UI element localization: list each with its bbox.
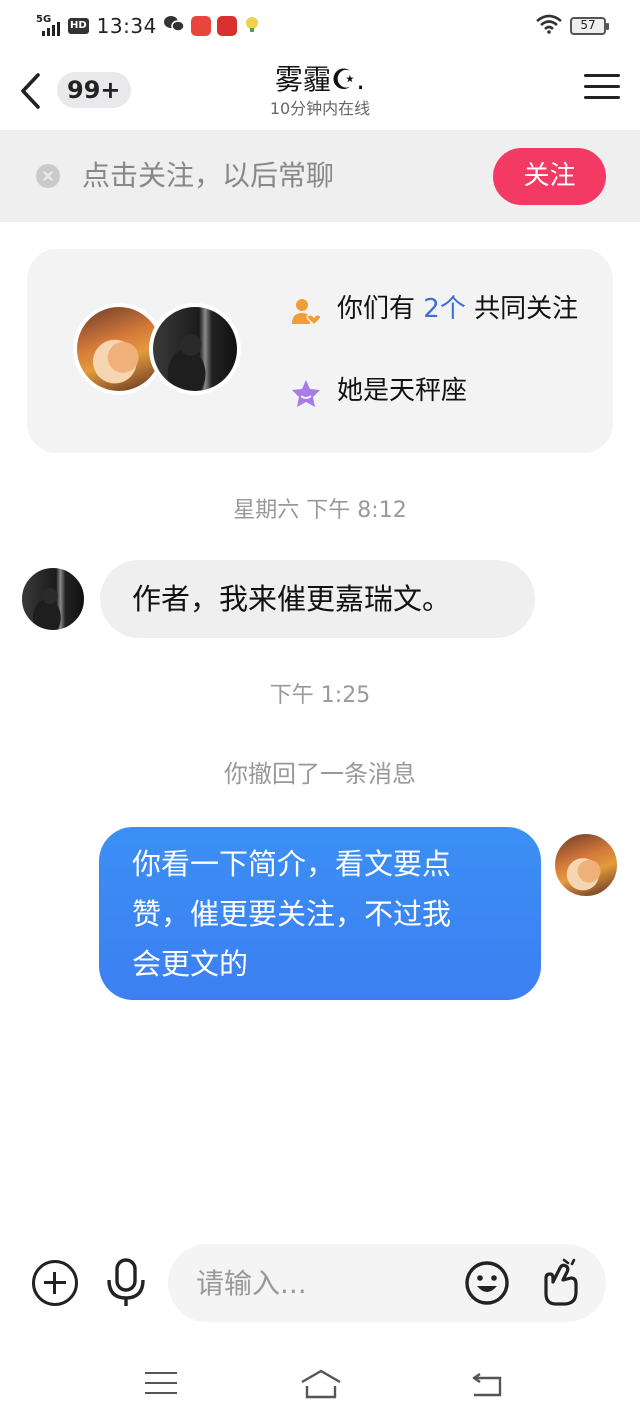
peer-avatar <box>149 303 241 395</box>
message-line: 你看一下简介，看文要点 <box>132 847 452 881</box>
battery-icon: 57 <box>570 17 609 35</box>
status-right: 57 <box>536 14 609 38</box>
smiley-icon <box>465 1261 509 1305</box>
signal-icon: 5G <box>36 14 62 36</box>
nav-back-button[interactable] <box>470 1370 504 1398</box>
app-notification-icon <box>216 16 237 36</box>
incoming-message-bubble[interactable]: 作者，我来催更嘉瑞文。 <box>100 560 535 638</box>
hamburger-menu-icon <box>584 74 620 99</box>
zodiac-text: 她是天秤座 <box>337 376 468 406</box>
close-icon[interactable] <box>36 164 60 188</box>
peer-name: 雾霾☪. <box>274 63 365 96</box>
finger-heart-icon <box>544 1258 578 1306</box>
my-message-avatar[interactable] <box>553 832 619 898</box>
app-notification-icon <box>243 15 261 37</box>
status-time: 13:34 <box>96 14 157 38</box>
profile-info-card[interactable]: 你们有 2个 共同关注 她是天秤座 <box>27 249 613 453</box>
follow-prompt-text: 点击关注，以后常聊 <box>82 159 335 192</box>
wechat-icon <box>163 14 185 38</box>
back-button[interactable] <box>16 72 48 110</box>
plus-circle-icon[interactable] <box>32 1260 78 1306</box>
hamburger-menu-icon <box>145 1372 177 1394</box>
message-input-bar <box>0 1244 640 1324</box>
system-nav-bar <box>0 1350 640 1422</box>
menu-button[interactable] <box>584 74 620 106</box>
recalled-message-notice: 你撤回了一条消息 <box>224 760 416 788</box>
wifi-icon <box>536 14 562 38</box>
message-timestamp: 下午 1:25 <box>269 683 371 708</box>
chat-title[interactable]: 雾霾☪. 10分钟内在线 <box>170 62 470 120</box>
voice-button[interactable] <box>104 1258 148 1308</box>
mutual-count: 2个 <box>423 294 466 324</box>
person-heart-icon <box>292 299 321 327</box>
status-bar: 5G HD 13:34 57 <box>0 0 640 52</box>
nav-home-button[interactable] <box>299 1368 343 1400</box>
follow-prompt-bar: 点击关注，以后常聊 关注 <box>0 130 640 222</box>
mutual-prefix: 你们有 <box>337 294 416 324</box>
chevron-left-icon <box>21 73 40 109</box>
microphone-icon <box>107 1258 145 1306</box>
zodiac-row: 她是天秤座 <box>291 375 467 409</box>
message-timestamp: 星期六 下午 8:12 <box>233 498 407 523</box>
star-icon <box>292 380 320 407</box>
mutual-suffix: 共同关注 <box>474 294 579 324</box>
battery-level: 57 <box>580 18 596 32</box>
back-arrow-icon <box>472 1373 502 1397</box>
follow-button[interactable]: 关注 <box>493 148 606 205</box>
outgoing-message-bubble[interactable]: 你看一下简介，看文要点 赞，催更要关注，不过我 会更文的 <box>99 827 541 1000</box>
chat-header: 99+ 雾霾☪. 10分钟内在线 <box>0 52 640 130</box>
app-notification-icon <box>190 16 211 36</box>
unread-count-badge[interactable]: 99+ <box>57 72 131 108</box>
message-line: 会更文的 <box>132 947 249 981</box>
home-icon <box>301 1369 341 1399</box>
mutual-follow-row: 你们有 2个 共同关注 <box>291 293 591 327</box>
gesture-button[interactable] <box>538 1258 582 1308</box>
status-left: 5G HD 13:34 <box>36 12 261 40</box>
hd-badge: HD <box>68 18 89 34</box>
peer-message-avatar[interactable] <box>20 566 86 632</box>
nav-recents-button[interactable] <box>145 1372 177 1398</box>
emoji-button[interactable] <box>464 1260 510 1306</box>
peer-online-status: 10分钟内在线 <box>269 99 371 118</box>
message-line: 赞，催更要关注，不过我 <box>132 897 452 931</box>
